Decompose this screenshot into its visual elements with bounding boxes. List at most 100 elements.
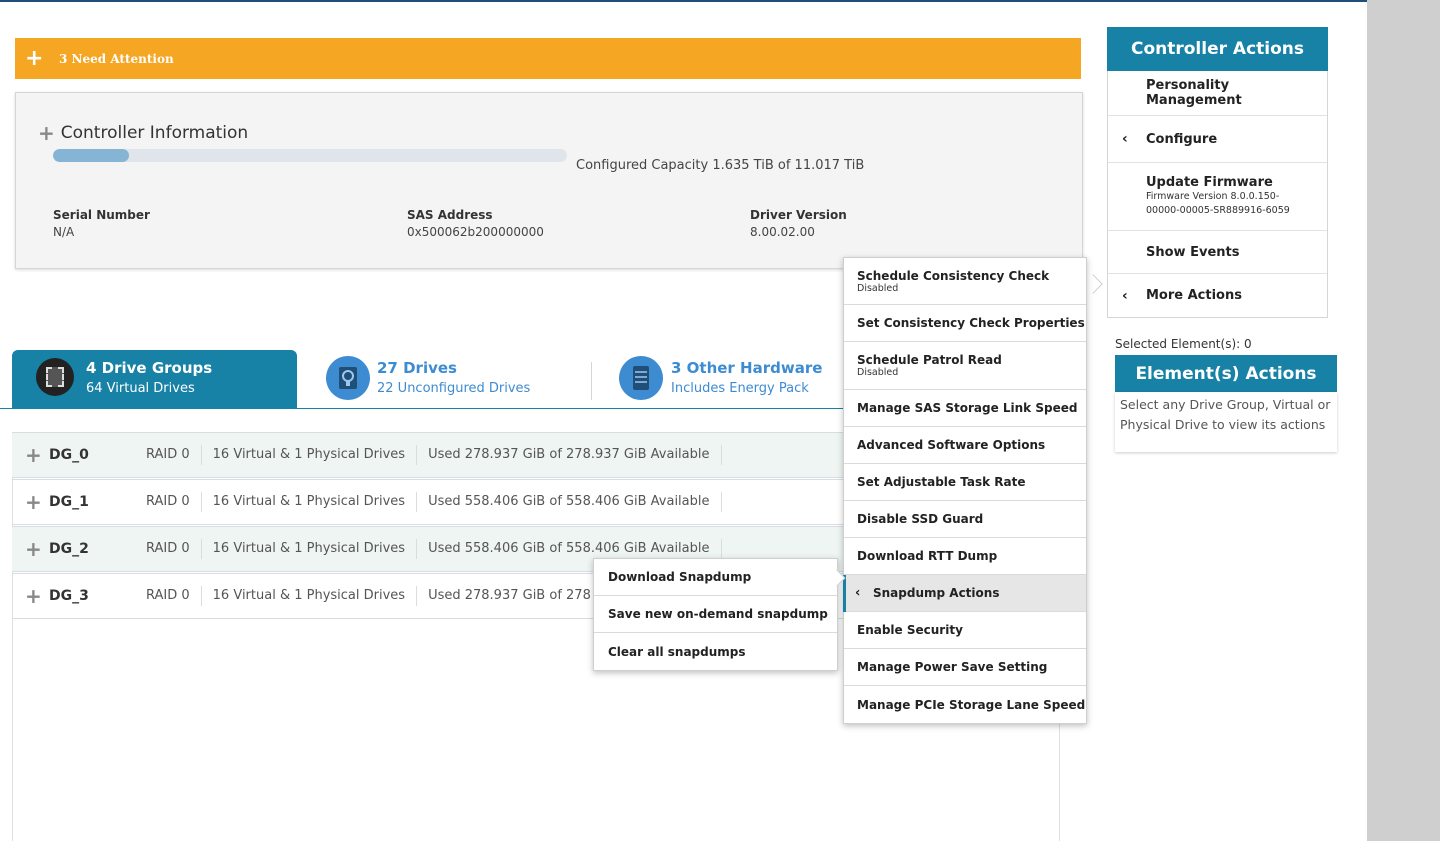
- drive-group-name: DG_3: [49, 588, 89, 604]
- configure-button[interactable]: ‹ Configure: [1108, 115, 1327, 162]
- drive-group-name: DG_2: [49, 541, 89, 557]
- set-consistency-check-properties-item[interactable]: Set Consistency Check Properties: [844, 305, 1086, 342]
- download-rtt-dump-item[interactable]: Download RTT Dump: [844, 538, 1086, 575]
- configure-label: Configure: [1146, 131, 1218, 147]
- chevron-left-icon: ‹: [1122, 131, 1128, 147]
- more-actions-popup: Schedule Consistency Check Disabled Set …: [843, 257, 1087, 724]
- driver-version-label: Driver Version: [750, 208, 847, 222]
- snapdump-submenu: Download Snapdump Save new on-demand sna…: [593, 558, 838, 671]
- tab-other-hardware-subtitle: Includes Energy Pack: [671, 381, 809, 396]
- advanced-software-options-item[interactable]: Advanced Software Options: [844, 427, 1086, 464]
- usage: Used 278.937 GiB of 278.937 GiB Availabl…: [417, 445, 722, 465]
- controller-info-title[interactable]: + Controller Information: [38, 121, 248, 145]
- active-item-accent: [843, 575, 846, 612]
- serial-number-value: N/A: [53, 225, 75, 239]
- menu-item-label: Set Adjustable Task Rate: [857, 475, 1026, 489]
- menu-item-label: Enable Security: [857, 623, 963, 637]
- plus-icon: +: [25, 45, 44, 71]
- sas-address-label: SAS Address: [407, 208, 493, 222]
- sas-address-field: SAS Address 0x500062b200000000: [407, 208, 544, 239]
- server-icon: [619, 356, 663, 400]
- tab-drive-groups[interactable]: 4 Drive Groups 64 Virtual Drives: [12, 350, 297, 408]
- tab-drives-subtitle: 22 Unconfigured Drives: [377, 381, 531, 396]
- schedule-patrol-read-item[interactable]: Schedule Patrol Read Disabled: [844, 342, 1086, 390]
- disable-ssd-guard-item[interactable]: Disable SSD Guard: [844, 501, 1086, 538]
- chevron-left-icon: ‹: [855, 585, 861, 601]
- chevron-left-icon: ‹: [1122, 287, 1128, 304]
- usage: Used 278.937 GiB of 278: [417, 586, 603, 606]
- menu-item-label: Manage SAS Storage Link Speed: [857, 401, 1078, 415]
- set-adjustable-task-rate-item[interactable]: Set Adjustable Task Rate: [844, 464, 1086, 501]
- sas-address-value: 0x500062b200000000: [407, 225, 544, 239]
- tab-drive-groups-title: 4 Drive Groups: [86, 359, 213, 377]
- usage: Used 558.406 GiB of 558.406 GiB Availabl…: [417, 492, 722, 512]
- drive-group-row[interactable]: + DG_1 RAID 0 16 Virtual & 1 Physical Dr…: [12, 479, 844, 525]
- tab-other-hardware[interactable]: 3 Other Hardware Includes Energy Pack: [619, 350, 849, 408]
- raid-level: RAID 0: [135, 539, 202, 559]
- personality-management-button[interactable]: Personality Management: [1108, 71, 1327, 115]
- drive-count: 16 Virtual & 1 Physical Drives: [202, 539, 418, 559]
- controller-actions-menu: Personality Management ‹ Configure Updat…: [1107, 71, 1328, 318]
- driver-version-value: 8.00.02.00: [750, 225, 815, 239]
- tab-drive-groups-subtitle: 64 Virtual Drives: [86, 381, 195, 396]
- update-firmware-label: Update Firmware: [1146, 175, 1273, 190]
- raid-level: RAID 0: [135, 586, 202, 606]
- schedule-consistency-check-item[interactable]: Schedule Consistency Check Disabled: [844, 258, 1086, 305]
- expand-plus-icon[interactable]: +: [25, 443, 49, 467]
- menu-item-status: Disabled: [857, 282, 899, 294]
- expand-plus-icon[interactable]: +: [25, 584, 49, 608]
- tab-drives[interactable]: 27 Drives 22 Unconfigured Drives: [326, 350, 586, 408]
- download-snapdump-item[interactable]: Download Snapdump: [594, 559, 837, 596]
- update-firmware-button[interactable]: Update Firmware Firmware Version 8.0.0.1…: [1108, 162, 1327, 230]
- drive-group-name: DG_0: [49, 447, 89, 463]
- drive-group-row[interactable]: + DG_0 RAID 0 16 Virtual & 1 Physical Dr…: [12, 432, 844, 478]
- drive-count: 16 Virtual & 1 Physical Drives: [202, 445, 418, 465]
- usage: Used 558.406 GiB of 558.406 GiB Availabl…: [417, 539, 722, 559]
- controller-actions-header: Controller Actions: [1107, 27, 1328, 71]
- attention-bar[interactable]: + 3 Need Attention: [15, 38, 1081, 79]
- manage-pcie-storage-lane-speed-item[interactable]: Manage PCIe Storage Lane Speed: [844, 686, 1086, 723]
- drive-count: 16 Virtual & 1 Physical Drives: [202, 492, 418, 512]
- tab-divider: [591, 362, 592, 400]
- driver-version-field: Driver Version 8.00.02.00: [750, 208, 847, 239]
- menu-item-label: Schedule Consistency Check: [857, 268, 1050, 283]
- show-events-label: Show Events: [1146, 244, 1240, 260]
- enable-security-item[interactable]: Enable Security: [844, 612, 1086, 649]
- manage-power-save-setting-item[interactable]: Manage Power Save Setting: [844, 649, 1086, 686]
- expand-plus-icon[interactable]: +: [25, 537, 49, 561]
- more-actions-button[interactable]: ‹ More Actions: [1108, 273, 1327, 317]
- capacity-bar-fill: [53, 149, 130, 162]
- more-actions-label: More Actions: [1146, 288, 1242, 303]
- drive-group-name: DG_1: [49, 494, 89, 510]
- hard-drive-icon: [326, 356, 370, 400]
- expand-plus-icon[interactable]: +: [25, 490, 49, 514]
- menu-item-status: Disabled: [857, 367, 899, 378]
- serial-number-label: Serial Number: [53, 208, 150, 222]
- menu-item-label: Snapdump Actions: [873, 586, 1000, 600]
- capacity-text: Configured Capacity 1.635 TiB of 11.017 …: [576, 158, 865, 173]
- menu-item-label: Schedule Patrol Read: [857, 353, 1002, 367]
- controller-info-label: Controller Information: [60, 123, 249, 143]
- show-events-button[interactable]: Show Events: [1108, 230, 1327, 273]
- element-actions-hint: Select any Drive Group, Virtual or Physi…: [1115, 392, 1337, 452]
- menu-item-label: Set Consistency Check Properties: [857, 316, 1085, 330]
- right-gutter: [1367, 0, 1440, 841]
- clear-snapdumps-item[interactable]: Clear all snapdumps: [594, 633, 837, 670]
- save-snapdump-item[interactable]: Save new on-demand snapdump: [594, 596, 837, 633]
- top-border: [0, 0, 1367, 2]
- menu-item-label: Manage PCIe Storage Lane Speed: [857, 697, 1086, 712]
- menu-item-label: Manage Power Save Setting: [857, 660, 1048, 674]
- expand-plus-icon: +: [38, 121, 55, 145]
- firmware-version-line2: 00000-00005-SR889916-6059: [1146, 205, 1290, 216]
- raid-level: RAID 0: [135, 492, 202, 512]
- manage-sas-storage-link-speed-item[interactable]: Manage SAS Storage Link Speed: [844, 390, 1086, 427]
- capacity-bar: [53, 149, 567, 162]
- attention-label: 3 Need Attention: [59, 51, 174, 66]
- tab-baseline: [0, 408, 843, 409]
- serial-number-field: Serial Number N/A: [53, 208, 150, 239]
- snapdump-actions-item[interactable]: ‹ Snapdump Actions: [844, 575, 1086, 612]
- drive-count: 16 Virtual & 1 Physical Drives: [202, 586, 418, 606]
- tab-drives-title: 27 Drives: [377, 359, 457, 377]
- selected-elements-count: Selected Element(s): 0: [1115, 337, 1252, 351]
- controller-info-panel: + Controller Information Configured Capa…: [15, 92, 1083, 269]
